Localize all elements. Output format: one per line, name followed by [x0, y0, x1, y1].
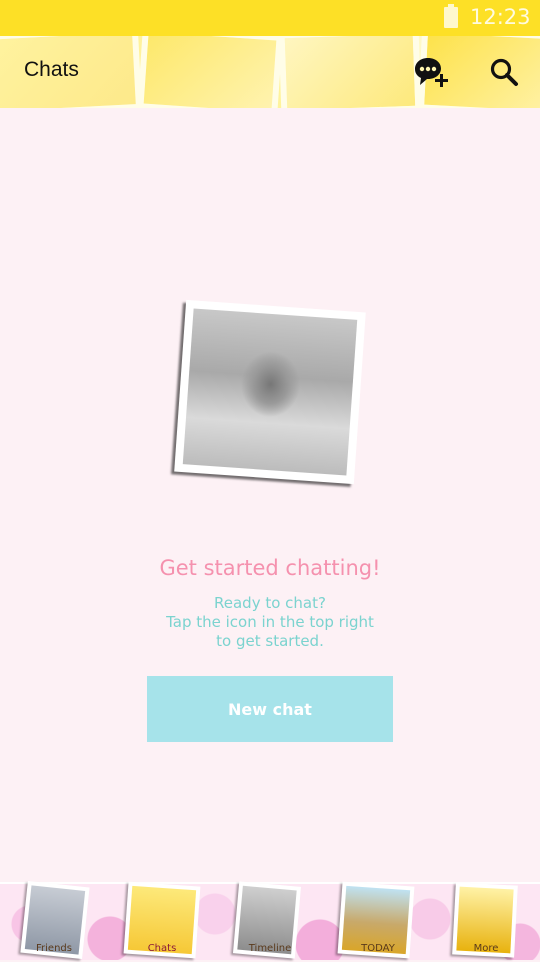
empty-state-line: Ready to chat?: [214, 594, 326, 612]
tab-more[interactable]: More: [432, 882, 540, 962]
header-photo: [278, 36, 422, 108]
empty-state-headline: Get started chatting!: [159, 556, 381, 580]
app-bar: Chats: [0, 36, 540, 108]
tab-label: TODAY: [361, 943, 395, 954]
tab-chats[interactable]: Chats: [108, 881, 216, 962]
tab-label: More: [473, 943, 499, 954]
page-title: Chats: [24, 58, 79, 81]
empty-state-description: Ready to chat? Tap the icon in the top r…: [0, 594, 540, 651]
tab-label: Friends: [36, 943, 72, 954]
chat-plus-icon: [415, 58, 448, 87]
tab-label: Chats: [147, 943, 177, 954]
tab-friends[interactable]: Friends: [0, 880, 108, 962]
tab-today[interactable]: TODAY: [324, 881, 432, 962]
tab-label: Timeline: [248, 943, 292, 954]
empty-state-line: Tap the icon in the top right: [166, 613, 374, 631]
search-button[interactable]: [482, 50, 526, 94]
status-time: 12:23: [470, 5, 531, 29]
polaroid-photo-frame: [174, 299, 366, 485]
search-icon: [490, 58, 518, 86]
new-chat-button[interactable]: New chat: [147, 676, 393, 742]
tab-timeline[interactable]: Timeline: [216, 881, 324, 962]
empty-state-photo: [182, 308, 358, 476]
empty-state-line: to get started.: [216, 632, 324, 650]
battery-icon: [444, 4, 458, 28]
bottom-tab-bar: Friends Chats Timeline TODAY More: [0, 880, 540, 962]
empty-chat-state: Get started chatting! Ready to chat? Tap…: [0, 108, 540, 882]
status-bar: 12:23: [0, 0, 540, 36]
header-photo: [137, 36, 283, 108]
new-chat-icon-button[interactable]: [410, 50, 454, 94]
